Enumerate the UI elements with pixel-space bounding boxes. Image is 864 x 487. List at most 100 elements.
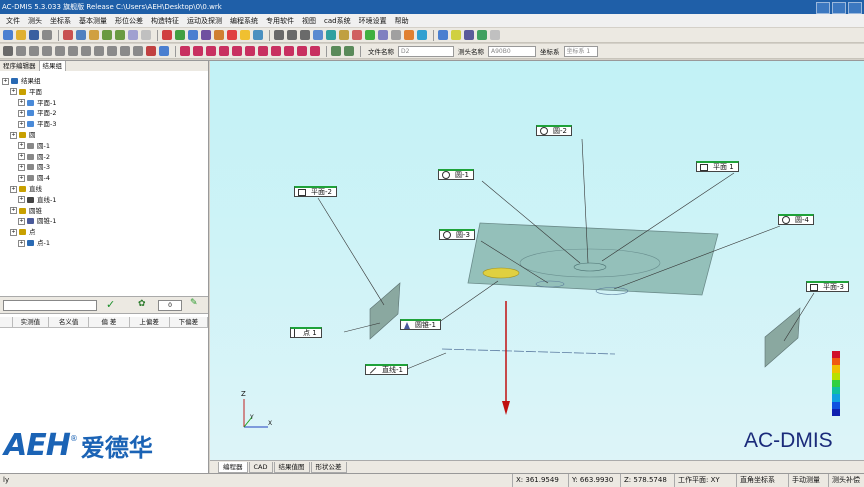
stop-icon[interactable] bbox=[162, 30, 172, 40]
save-icon[interactable] bbox=[29, 30, 39, 40]
tree-item[interactable]: + 平面-3 bbox=[18, 119, 56, 129]
file-name-field[interactable]: D2 bbox=[398, 45, 454, 57]
flatness-icon[interactable] bbox=[344, 46, 354, 56]
undo-icon[interactable] bbox=[102, 30, 112, 40]
menu-item-file[interactable]: 文件 bbox=[2, 16, 24, 26]
cylindricity-icon[interactable] bbox=[271, 46, 281, 56]
expand-toggle-icon[interactable]: + bbox=[18, 239, 25, 247]
cut-icon[interactable] bbox=[63, 30, 73, 40]
probe-name-field[interactable]: A90B0 bbox=[488, 45, 536, 57]
probe-change-icon[interactable] bbox=[464, 30, 474, 40]
tree-item[interactable]: + 直线 bbox=[10, 184, 42, 194]
probe-icon[interactable] bbox=[128, 30, 138, 40]
expand-toggle-icon[interactable]: + bbox=[10, 228, 17, 236]
expand-toggle-icon[interactable]: + bbox=[18, 109, 25, 117]
tree-item[interactable]: + 圆-1 bbox=[18, 141, 50, 151]
offset-tool-icon[interactable] bbox=[55, 46, 65, 56]
settings-icon[interactable] bbox=[391, 30, 401, 40]
menu-item-probe[interactable]: 测头 bbox=[24, 16, 46, 26]
menu-item-view[interactable]: 视图 bbox=[298, 16, 320, 26]
cross-icon[interactable] bbox=[146, 46, 156, 56]
straightness-icon[interactable] bbox=[331, 46, 341, 56]
parallel-icon[interactable] bbox=[180, 46, 190, 56]
position-icon[interactable] bbox=[232, 46, 242, 56]
cad-import-icon[interactable] bbox=[326, 30, 336, 40]
folder-icon[interactable] bbox=[451, 30, 461, 40]
rotate-tool-icon[interactable] bbox=[29, 46, 39, 56]
open-folder-icon[interactable] bbox=[16, 30, 26, 40]
line-tool-icon[interactable] bbox=[3, 46, 13, 56]
paste-icon[interactable] bbox=[89, 30, 99, 40]
tab-result-group[interactable]: 结果组 bbox=[39, 61, 66, 71]
angle-icon[interactable] bbox=[219, 46, 229, 56]
confirm-check-icon[interactable]: ✓ bbox=[106, 298, 115, 311]
check-icon[interactable] bbox=[477, 30, 487, 40]
table-header-upper[interactable]: 上偏差 bbox=[130, 317, 170, 327]
options-icon[interactable] bbox=[490, 30, 500, 40]
export-icon[interactable] bbox=[438, 30, 448, 40]
tree-item[interactable]: + 圆锥-1 bbox=[18, 216, 56, 226]
tree-item[interactable]: + 平面-1 bbox=[18, 98, 56, 108]
layer-icon[interactable] bbox=[159, 46, 169, 56]
minimize-button[interactable] bbox=[816, 2, 830, 14]
coord-field[interactable]: 坐标系 1 bbox=[563, 45, 598, 57]
view-iso-icon[interactable] bbox=[313, 30, 323, 40]
redo-icon[interactable] bbox=[115, 30, 125, 40]
expand-toggle-icon[interactable]: + bbox=[2, 77, 9, 85]
help-icon[interactable] bbox=[253, 30, 263, 40]
view-front-icon[interactable] bbox=[274, 30, 284, 40]
tree-item[interactable]: + 圆-3 bbox=[18, 162, 50, 172]
expand-toggle-icon[interactable]: + bbox=[18, 163, 25, 171]
filter-field[interactable] bbox=[3, 300, 97, 311]
feature-label-line-1[interactable]: 直线-1 bbox=[365, 364, 408, 375]
gear-icon[interactable]: ✿ bbox=[138, 299, 146, 309]
symmetry-icon[interactable] bbox=[133, 46, 143, 56]
expand-toggle-icon[interactable]: + bbox=[18, 174, 25, 182]
menu-item-special-software[interactable]: 专用软件 bbox=[262, 16, 298, 26]
menu-item-coordinate-system[interactable]: 坐标系 bbox=[46, 16, 75, 26]
feature-label-circle-4[interactable]: 圆-4 bbox=[778, 214, 814, 225]
view-top-icon[interactable] bbox=[287, 30, 297, 40]
marker-icon[interactable] bbox=[404, 30, 414, 40]
expand-toggle-icon[interactable]: + bbox=[10, 131, 17, 139]
new-file-icon[interactable] bbox=[3, 30, 13, 40]
concentricity-icon[interactable] bbox=[245, 46, 255, 56]
expand-toggle-icon[interactable]: + bbox=[10, 207, 17, 215]
view-side-icon[interactable] bbox=[300, 30, 310, 40]
tree-item[interactable]: + 圆-4 bbox=[18, 173, 50, 183]
tab-results[interactable]: 结果值图 bbox=[273, 461, 310, 473]
print-icon[interactable] bbox=[42, 30, 52, 40]
tool-icon[interactable] bbox=[141, 30, 151, 40]
tab-shape-tolerance[interactable]: 形状公差 bbox=[310, 461, 347, 473]
tree-item[interactable]: + 平面 bbox=[10, 87, 42, 97]
circularity-icon[interactable] bbox=[258, 46, 268, 56]
runout-icon[interactable] bbox=[310, 46, 320, 56]
menu-item-programming[interactable]: 编程系统 bbox=[226, 16, 262, 26]
report-icon[interactable] bbox=[214, 30, 224, 40]
rotate-icon[interactable] bbox=[352, 30, 362, 40]
feature-label-plane-2[interactable]: 平面-2 bbox=[294, 186, 337, 197]
perpendicular-icon[interactable] bbox=[193, 46, 203, 56]
expand-toggle-icon[interactable]: + bbox=[18, 99, 25, 107]
symmetry-tol-icon[interactable] bbox=[284, 46, 294, 56]
pen-icon[interactable]: ✎ bbox=[190, 298, 198, 308]
expand-toggle-icon[interactable]: + bbox=[18, 120, 25, 128]
angularity-icon[interactable] bbox=[206, 46, 216, 56]
tab-cad[interactable]: CAD bbox=[248, 461, 273, 473]
table-header-lower[interactable]: 下偏差 bbox=[170, 317, 208, 327]
table-header-deviation[interactable]: 偏 差 bbox=[89, 317, 130, 327]
arc-tool-icon[interactable] bbox=[16, 46, 26, 56]
rotate-right-icon[interactable] bbox=[81, 46, 91, 56]
fit-icon[interactable] bbox=[378, 30, 388, 40]
measure-icon[interactable] bbox=[227, 30, 237, 40]
cad-viewport[interactable]: Z Y X 圆-2 圆-1 平面 1 平面-2 圆-3 圆-4 平面-3 点 1… bbox=[210, 61, 864, 460]
scan-icon[interactable] bbox=[417, 30, 427, 40]
table-header-nominal[interactable]: 名义值 bbox=[49, 317, 90, 327]
maximize-button[interactable] bbox=[832, 2, 846, 14]
tree-item[interactable]: + 直线-1 bbox=[18, 195, 56, 205]
close-button[interactable] bbox=[848, 2, 862, 14]
tree-item[interactable]: + 平面-2 bbox=[18, 108, 56, 118]
feature-label-plane-3[interactable]: 平面-3 bbox=[806, 281, 849, 292]
measure-dist-icon[interactable] bbox=[120, 46, 130, 56]
expand-toggle-icon[interactable]: + bbox=[10, 88, 17, 96]
